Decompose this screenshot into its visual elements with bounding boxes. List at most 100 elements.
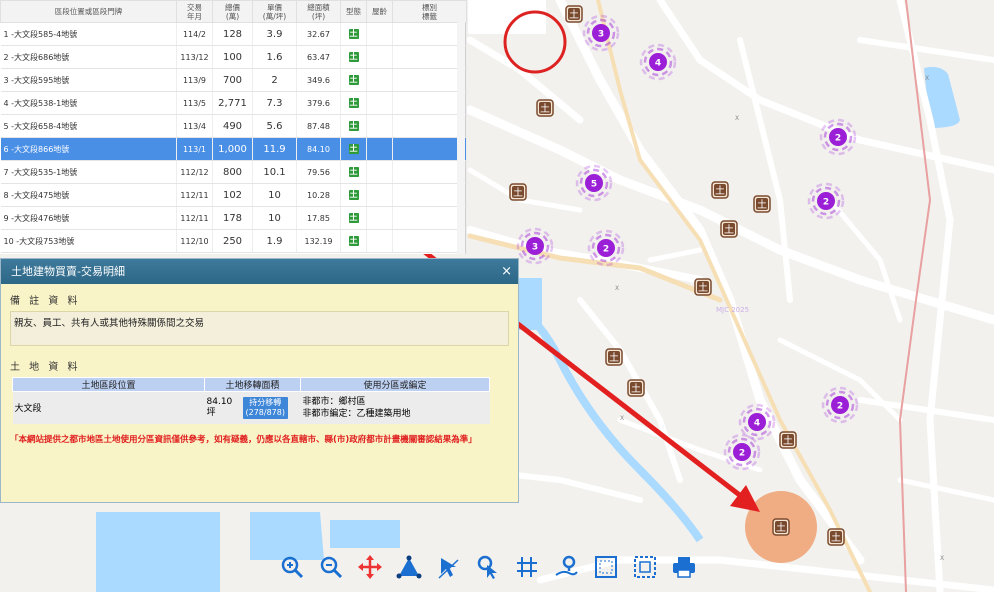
parcel-marker[interactable]: 土 [565, 5, 583, 23]
type-cell: 土 [340, 137, 367, 161]
parcel-marker[interactable]: 土 [772, 518, 790, 536]
table-row[interactable]: 10 -大文段753地號 112/10 250 1.9 132.19 土 [0, 229, 467, 253]
land-type-icon[interactable]: 土 [348, 29, 359, 39]
land-type-icon[interactable]: 土 [348, 190, 359, 200]
tag-cell [392, 91, 467, 115]
parcel-marker[interactable]: 土 [627, 379, 645, 397]
col-header-type[interactable]: 型態 [340, 0, 367, 23]
zoom-in-button[interactable] [277, 552, 307, 582]
land-header-area: 土地移轉面積 [204, 377, 301, 392]
tag-cell [392, 45, 467, 69]
land-type-icon[interactable]: 土 [348, 75, 359, 85]
road-label: X [925, 75, 929, 82]
col-header-tag[interactable]: 標別 標籤 [392, 0, 467, 23]
land-type-icon[interactable]: 土 [348, 144, 359, 154]
measure-area-button[interactable] [394, 552, 424, 582]
parcel-grid-button[interactable] [512, 552, 542, 582]
svg-text:土: 土 [609, 351, 619, 364]
area-cell: 132.19 [296, 229, 341, 253]
location-cell: 5 -大文段658-4地號 [0, 114, 177, 138]
unit-price-cell: 2 [252, 68, 297, 92]
table-row[interactable]: 2 -大文段686地號 113/12 100 1.6 63.47 土 [0, 45, 467, 69]
svg-text:2: 2 [603, 245, 609, 255]
land-type-icon[interactable]: 土 [348, 213, 359, 223]
date-cell: 113/5 [176, 91, 213, 115]
total-price-cell: 700 [212, 68, 253, 92]
parcel-marker[interactable]: 土 [694, 278, 712, 296]
col-header-age[interactable]: 屋齡 [366, 0, 393, 23]
svg-text:3: 3 [598, 30, 604, 40]
svg-text:土: 土 [715, 184, 725, 197]
parcel-marker[interactable]: 土 [536, 99, 554, 117]
location-cell: 6 -大文段866地號 [0, 137, 177, 161]
parcel-marker[interactable]: 土 [720, 220, 738, 238]
col-header-date[interactable]: 交易 年月 [176, 0, 213, 23]
map-toolbar [272, 547, 704, 587]
col-header-location[interactable]: 區段位置或區段門牌 [0, 0, 177, 23]
remarks-text: 親友、員工、共有人或其他特殊關係間之交易 [10, 311, 509, 346]
table-row[interactable]: 5 -大文段658-4地號 113/4 490 5.6 87.48 土 [0, 114, 467, 138]
land-type-icon[interactable]: 土 [348, 52, 359, 62]
road-label: X [620, 415, 624, 422]
svg-text:2: 2 [837, 402, 843, 412]
table-row[interactable]: 7 -大文段535-1地號 112/12 800 10.1 79.56 土 [0, 160, 467, 184]
pan-button[interactable] [355, 552, 385, 582]
age-cell [366, 68, 393, 92]
table-row[interactable]: 9 -大文段476地號 112/11 178 10 17.85 土 [0, 206, 467, 230]
close-icon[interactable]: × [501, 259, 512, 284]
zoom-out-button[interactable] [316, 552, 346, 582]
land-header-location: 土地區段位置 [12, 377, 205, 392]
locate-pin-button[interactable] [551, 552, 581, 582]
col-header-unit[interactable]: 單價 (萬/坪) [252, 0, 297, 23]
col-header-total[interactable]: 總價 (萬) [212, 0, 253, 23]
dialog-title: 土地建物買賣-交易明細 [11, 265, 125, 278]
parcel-marker[interactable]: 土 [753, 195, 771, 213]
col-header-area[interactable]: 總面積 (坪) [296, 0, 341, 23]
type-cell: 土 [340, 160, 367, 184]
land-type-icon[interactable]: 土 [348, 121, 359, 131]
land-section-title: 土 地 資 料 [10, 362, 81, 373]
table-scrollbar[interactable] [457, 22, 465, 254]
print-button[interactable] [669, 552, 699, 582]
table-row[interactable]: 8 -大文段475地號 112/11 102 10 10.28 土 [0, 183, 467, 207]
table-row[interactable]: 4 -大文段538-1地號 113/5 2,771 7.3 379.6 土 [0, 91, 467, 115]
parcel-marker[interactable]: 土 [509, 183, 527, 201]
unit-price-cell: 1.9 [252, 229, 297, 253]
location-cell: 8 -大文段475地號 [0, 183, 177, 207]
measure-area-icon [396, 555, 422, 579]
land-type-icon[interactable]: 土 [348, 98, 359, 108]
land-row: 大文段 84.10 坪 持分移轉 (278/878) 非都市：鄉村區 非都市編定… [12, 391, 490, 424]
area-cell: 10.28 [296, 183, 341, 207]
parcel-marker[interactable]: 土 [711, 181, 729, 199]
svg-text:土: 土 [631, 382, 641, 395]
parcel-grid-icon [517, 557, 538, 577]
location-cell: 9 -大文段476地號 [0, 206, 177, 230]
age-cell [366, 206, 393, 230]
parcel-marker[interactable]: 土 [779, 431, 797, 449]
clear-select-button[interactable] [630, 552, 660, 582]
land-type-icon[interactable]: 土 [348, 236, 359, 246]
parcel-marker[interactable]: 土 [605, 348, 623, 366]
table-row[interactable]: 6 -大文段866地號 113/1 1,000 11.9 84.10 土 [0, 137, 467, 161]
map-watermark: MJC 2025 [716, 306, 749, 314]
parcel-marker[interactable]: 土 [827, 528, 845, 546]
table-row[interactable]: 3 -大文段595地號 113/9 700 2 349.6 土 [0, 68, 467, 92]
date-cell: 114/2 [176, 22, 213, 46]
table-row[interactable]: 1 -大文段585-4地號 114/2 128 3.9 32.67 土 [0, 22, 467, 46]
type-cell: 土 [340, 114, 367, 138]
location-cell: 10 -大文段753地號 [0, 229, 177, 253]
land-type-icon[interactable]: 土 [348, 167, 359, 177]
date-cell: 112/12 [176, 160, 213, 184]
select-button[interactable] [434, 552, 464, 582]
date-cell: 112/11 [176, 206, 213, 230]
dialog-header[interactable]: 土地建物買賣-交易明細 × [1, 259, 518, 284]
road-label: X [735, 115, 739, 122]
total-price-cell: 178 [212, 206, 253, 230]
info-select-button[interactable] [473, 552, 503, 582]
location-cell: 3 -大文段595地號 [0, 68, 177, 92]
total-price-cell: 250 [212, 229, 253, 253]
select-icon [438, 558, 459, 579]
frame-select-button[interactable] [591, 552, 621, 582]
tag-cell [392, 206, 467, 230]
tag-cell [392, 68, 467, 92]
